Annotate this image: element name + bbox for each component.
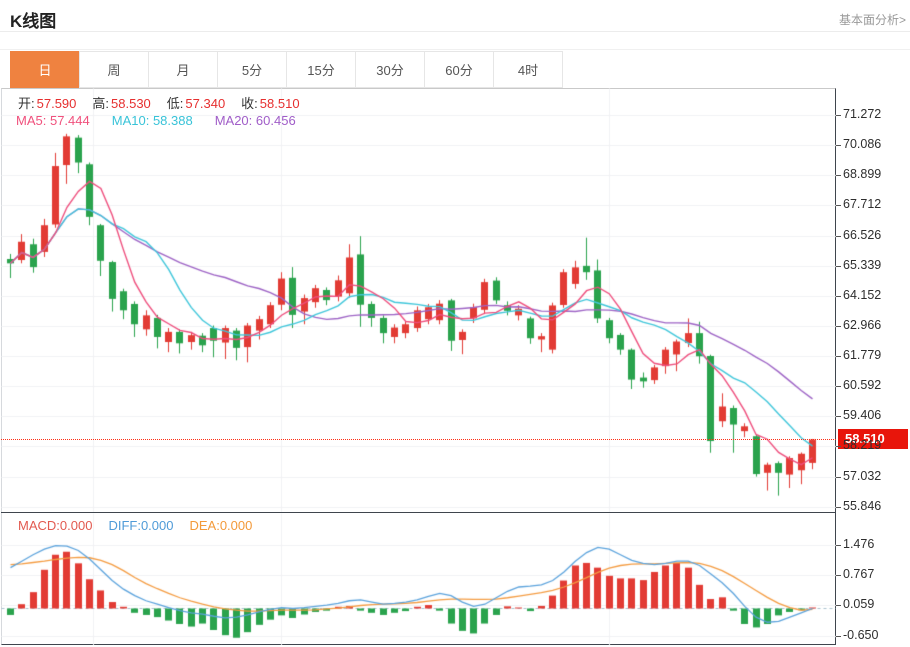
current-price-line — [1, 439, 836, 440]
y-axis-tick — [836, 115, 841, 116]
y-axis-tick — [836, 605, 841, 606]
y-axis-label: 0.767 — [843, 567, 874, 581]
kline-page: K线图 基本面分析> 日周月5分15分30分60分4时 开:57.590 高:5… — [0, 0, 910, 647]
ma10-readout: MA10: 58.388 — [112, 113, 193, 128]
close-label: 收: — [241, 96, 258, 111]
interval-tab-bar: 日周月5分15分30分60分4时 — [0, 49, 910, 89]
low-label: 低: — [167, 96, 184, 111]
y-axis-label: 65.339 — [843, 258, 881, 272]
y-axis-label: 61.779 — [843, 348, 881, 362]
y-axis-label: -0.650 — [843, 628, 878, 642]
y-axis-tick — [836, 416, 841, 417]
fundamental-analysis-link[interactable]: 基本面分析> — [839, 11, 906, 28]
page-title: K线图 — [10, 7, 56, 32]
macd-legend: MACD:0.000 DIFF:0.000 DEA:0.000 — [18, 518, 252, 533]
y-axis-label: 1.476 — [843, 537, 874, 551]
y-axis-tick — [836, 545, 841, 546]
y-axis-label: 64.152 — [843, 288, 881, 302]
low-value: 57.340 — [185, 96, 225, 111]
open-label: 开: — [18, 96, 35, 111]
tab-30分[interactable]: 30分 — [355, 51, 425, 88]
ma5-readout: MA5: 57.444 — [16, 113, 90, 128]
y-axis-label: 57.032 — [843, 469, 881, 483]
y-axis-tick — [836, 356, 841, 357]
high-value: 58.530 — [111, 96, 151, 111]
y-axis-tick — [836, 575, 841, 576]
y-axis-tick — [836, 477, 841, 478]
y-axis-label: 68.899 — [843, 167, 881, 181]
ma20-readout: MA20: 60.456 — [215, 113, 296, 128]
y-axis-tick — [836, 507, 841, 508]
y-axis-label: 58.219 — [843, 438, 881, 452]
tab-5分[interactable]: 5分 — [217, 51, 287, 88]
y-axis-label: 0.059 — [843, 597, 874, 611]
y-axis-label: 59.406 — [843, 408, 881, 422]
macd-readout: MACD:0.000 — [18, 518, 92, 533]
close-value: 58.510 — [260, 96, 300, 111]
high-label: 高: — [92, 96, 109, 111]
y-axis-tick — [836, 446, 841, 447]
tab-周[interactable]: 周 — [79, 51, 149, 88]
chart-area: 开:57.590 高:58.530 低:57.340 收:58.510 MA5:… — [0, 88, 910, 647]
y-axis-tick — [836, 326, 841, 327]
y-axis-label: 55.846 — [843, 499, 881, 513]
y-axis-tick — [836, 296, 841, 297]
y-axis-label: 71.272 — [843, 107, 881, 121]
y-axis-tick — [836, 175, 841, 176]
y-axis-tick — [836, 386, 841, 387]
y-axis-tick — [836, 205, 841, 206]
open-value: 57.590 — [37, 96, 77, 111]
dea-readout: DEA:0.000 — [189, 518, 252, 533]
candlestick-canvas[interactable] — [1, 88, 836, 512]
y-axis-tick — [836, 266, 841, 267]
tab-60分[interactable]: 60分 — [424, 51, 494, 88]
header-divider — [0, 31, 910, 32]
y-axis-label: 60.592 — [843, 378, 881, 392]
tab-日[interactable]: 日 — [10, 51, 80, 88]
y-axis-tick — [836, 636, 841, 637]
y-axis-label: 62.966 — [843, 318, 881, 332]
tab-4时[interactable]: 4时 — [493, 51, 563, 88]
ma-legend: MA5: 57.444 MA10: 58.388 MA20: 60.456 — [16, 113, 296, 128]
y-axis-label: 70.086 — [843, 137, 881, 151]
y-axis-tick — [836, 236, 841, 237]
diff-readout: DIFF:0.000 — [108, 518, 173, 533]
y-axis-label: 66.526 — [843, 228, 881, 242]
tab-15分[interactable]: 15分 — [286, 51, 356, 88]
ohlc-readout: 开:57.590 高:58.530 低:57.340 收:58.510 — [18, 93, 300, 112]
y-axis-tick — [836, 145, 841, 146]
y-axis-label: 67.712 — [843, 197, 881, 211]
tab-月[interactable]: 月 — [148, 51, 218, 88]
